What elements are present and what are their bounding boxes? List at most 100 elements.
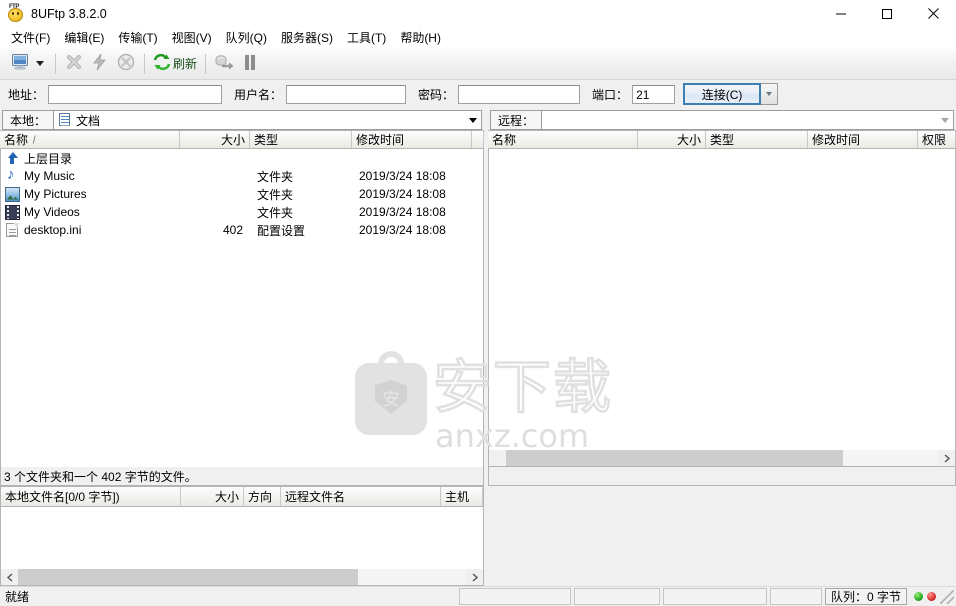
remote-hscroll-track[interactable] xyxy=(506,450,938,466)
queue-col-remotename[interactable]: 远程文件名 xyxy=(281,487,441,506)
username-label: 用户名： xyxy=(234,87,283,102)
local-column-header: 名称 / 大小 类型 修改时间 xyxy=(0,130,484,149)
username-input[interactable] xyxy=(286,84,407,104)
local-row-modified: 2019/3/24 18:08 xyxy=(359,223,446,237)
chevron-down-icon[interactable] xyxy=(36,61,44,66)
status-cell-4 xyxy=(770,588,822,605)
remote-path-combo[interactable] xyxy=(541,110,954,130)
local-col-filler xyxy=(472,131,484,148)
status-cell-3 xyxy=(663,588,767,605)
table-row[interactable]: 上层目录 xyxy=(1,149,483,167)
menu-server[interactable]: 服务器(S) xyxy=(274,27,340,49)
toolbar-separator xyxy=(55,53,56,74)
remote-file-list[interactable] xyxy=(488,149,956,450)
connect-button[interactable]: 连接(C) xyxy=(683,83,762,105)
queue-col-direction[interactable]: 方向 xyxy=(244,487,281,506)
remote-column-header: 名称 大小 类型 修改时间 权限 xyxy=(488,130,956,149)
local-row-name: 上层目录 xyxy=(1,150,181,167)
stop-icon xyxy=(117,53,135,74)
connect-dropdown-button[interactable] xyxy=(761,83,779,105)
local-row-name: My Pictures xyxy=(1,186,181,202)
site-manager-button[interactable] xyxy=(8,51,50,77)
menu-file[interactable]: 文件(F) xyxy=(4,27,57,49)
music-folder-icon xyxy=(5,169,20,184)
chevron-down-icon[interactable] xyxy=(936,111,953,129)
local-col-type[interactable]: 类型 xyxy=(250,131,352,148)
local-col-name[interactable]: 名称 / xyxy=(0,131,180,148)
remote-status-line xyxy=(488,467,956,486)
address-label: 地址： xyxy=(8,87,45,102)
queue-hscrollbar[interactable] xyxy=(0,569,484,586)
app-icon: FTP xyxy=(7,4,25,23)
port-input[interactable]: 21 xyxy=(632,84,676,104)
address-input[interactable] xyxy=(48,84,223,104)
minimize-button[interactable] xyxy=(818,0,864,28)
ini-file-icon xyxy=(5,222,20,238)
remote-hscroll-thumb[interactable] xyxy=(506,450,843,466)
pause-icon xyxy=(243,54,257,74)
chevron-left-icon[interactable]: chevron-left-icon xyxy=(489,450,506,466)
refresh-icon xyxy=(153,53,171,73)
connection-status-green-icon xyxy=(914,592,923,601)
queue-hscroll-track[interactable] xyxy=(18,569,466,585)
table-row[interactable]: My Videos 文件夹 2019/3/24 18:08 xyxy=(1,203,483,221)
queue-col-localname[interactable]: 本地文件名[0/0 字节]) xyxy=(1,487,181,506)
menu-tools[interactable]: 工具(T) xyxy=(340,27,393,49)
local-col-size[interactable]: 大小 xyxy=(180,131,250,148)
refresh-button[interactable]: 刷新 xyxy=(150,51,200,77)
close-button[interactable] xyxy=(910,0,956,28)
local-col-name-label: 名称 xyxy=(4,133,29,147)
disconnect-button[interactable] xyxy=(61,51,87,77)
toolbar-separator xyxy=(144,53,145,74)
up-directory-icon xyxy=(5,151,20,166)
local-col-modified[interactable]: 修改时间 xyxy=(352,131,472,148)
remote-col-type[interactable]: 类型 xyxy=(706,131,808,148)
status-bar: 就绪 队列：0 字节 xyxy=(0,586,956,606)
queue-list[interactable] xyxy=(0,507,484,569)
local-path-combo[interactable]: 文档 xyxy=(53,110,482,130)
menu-edit[interactable]: 编辑(E) xyxy=(57,27,111,49)
local-status-line: 3 个文件夹和一个 402 字节的文件。 xyxy=(0,467,484,486)
remote-col-name[interactable]: 名称 xyxy=(488,131,638,148)
local-tab-label: 本地： xyxy=(2,110,54,130)
queue-col-host[interactable]: 主机 xyxy=(441,487,483,506)
remote-path-row: 远程： xyxy=(488,108,956,130)
pause-button[interactable] xyxy=(237,51,263,77)
remote-col-permissions[interactable]: 权限 xyxy=(918,131,956,148)
status-message: 就绪 xyxy=(5,590,30,604)
remote-tab-label: 远程： xyxy=(490,110,542,130)
table-row[interactable]: My Music 文件夹 2019/3/24 18:08 xyxy=(1,167,483,185)
chevron-right-icon[interactable] xyxy=(938,450,955,466)
menu-help[interactable]: 帮助(H) xyxy=(393,27,448,49)
menu-transfer[interactable]: 传输(T) xyxy=(111,27,164,49)
table-row[interactable]: My Pictures 文件夹 2019/3/24 18:08 xyxy=(1,185,483,203)
refresh-label: 刷新 xyxy=(173,57,198,71)
remote-col-size[interactable]: 大小 xyxy=(638,131,706,148)
stop-button[interactable] xyxy=(113,51,139,77)
local-row-type: 文件夹 xyxy=(257,187,294,202)
chevron-down-icon[interactable] xyxy=(464,111,481,129)
menu-queue[interactable]: 队列(Q) xyxy=(219,27,274,49)
menu-view[interactable]: 视图(V) xyxy=(165,27,219,49)
chevron-left-icon[interactable] xyxy=(1,569,18,585)
table-row[interactable]: desktop.ini 402 配置设置 2019/3/24 18:08 xyxy=(1,221,483,239)
chevron-down-icon xyxy=(766,92,773,96)
local-file-list[interactable]: 上层目录 My Music 文件夹 2019/3/24 18:08 xyxy=(0,149,484,467)
transfer-button[interactable] xyxy=(211,51,237,77)
app-window: FTP 8UFtp 3.8.2.0 文件(F) 编辑(E) 传输(T) 视图(V… xyxy=(0,0,956,606)
local-path-value: 文档 xyxy=(76,113,101,128)
remote-hscrollbar[interactable]: chevron-left-icon xyxy=(488,450,956,467)
status-cell-1 xyxy=(459,588,571,605)
queue-col-size[interactable]: 大小 xyxy=(181,487,244,506)
toolbar-separator xyxy=(205,53,207,74)
chevron-right-icon[interactable] xyxy=(466,569,483,585)
password-input[interactable] xyxy=(458,84,581,104)
remote-col-modified[interactable]: 修改时间 xyxy=(808,131,918,148)
quick-connect-button[interactable] xyxy=(87,51,113,77)
sort-indicator: / xyxy=(33,133,36,146)
local-row-type: 配置设置 xyxy=(257,223,306,238)
title-bar: FTP 8UFtp 3.8.2.0 xyxy=(0,0,956,28)
resize-grip-icon[interactable] xyxy=(940,589,954,604)
queue-hscroll-thumb[interactable] xyxy=(18,569,359,585)
maximize-button[interactable] xyxy=(864,0,910,28)
